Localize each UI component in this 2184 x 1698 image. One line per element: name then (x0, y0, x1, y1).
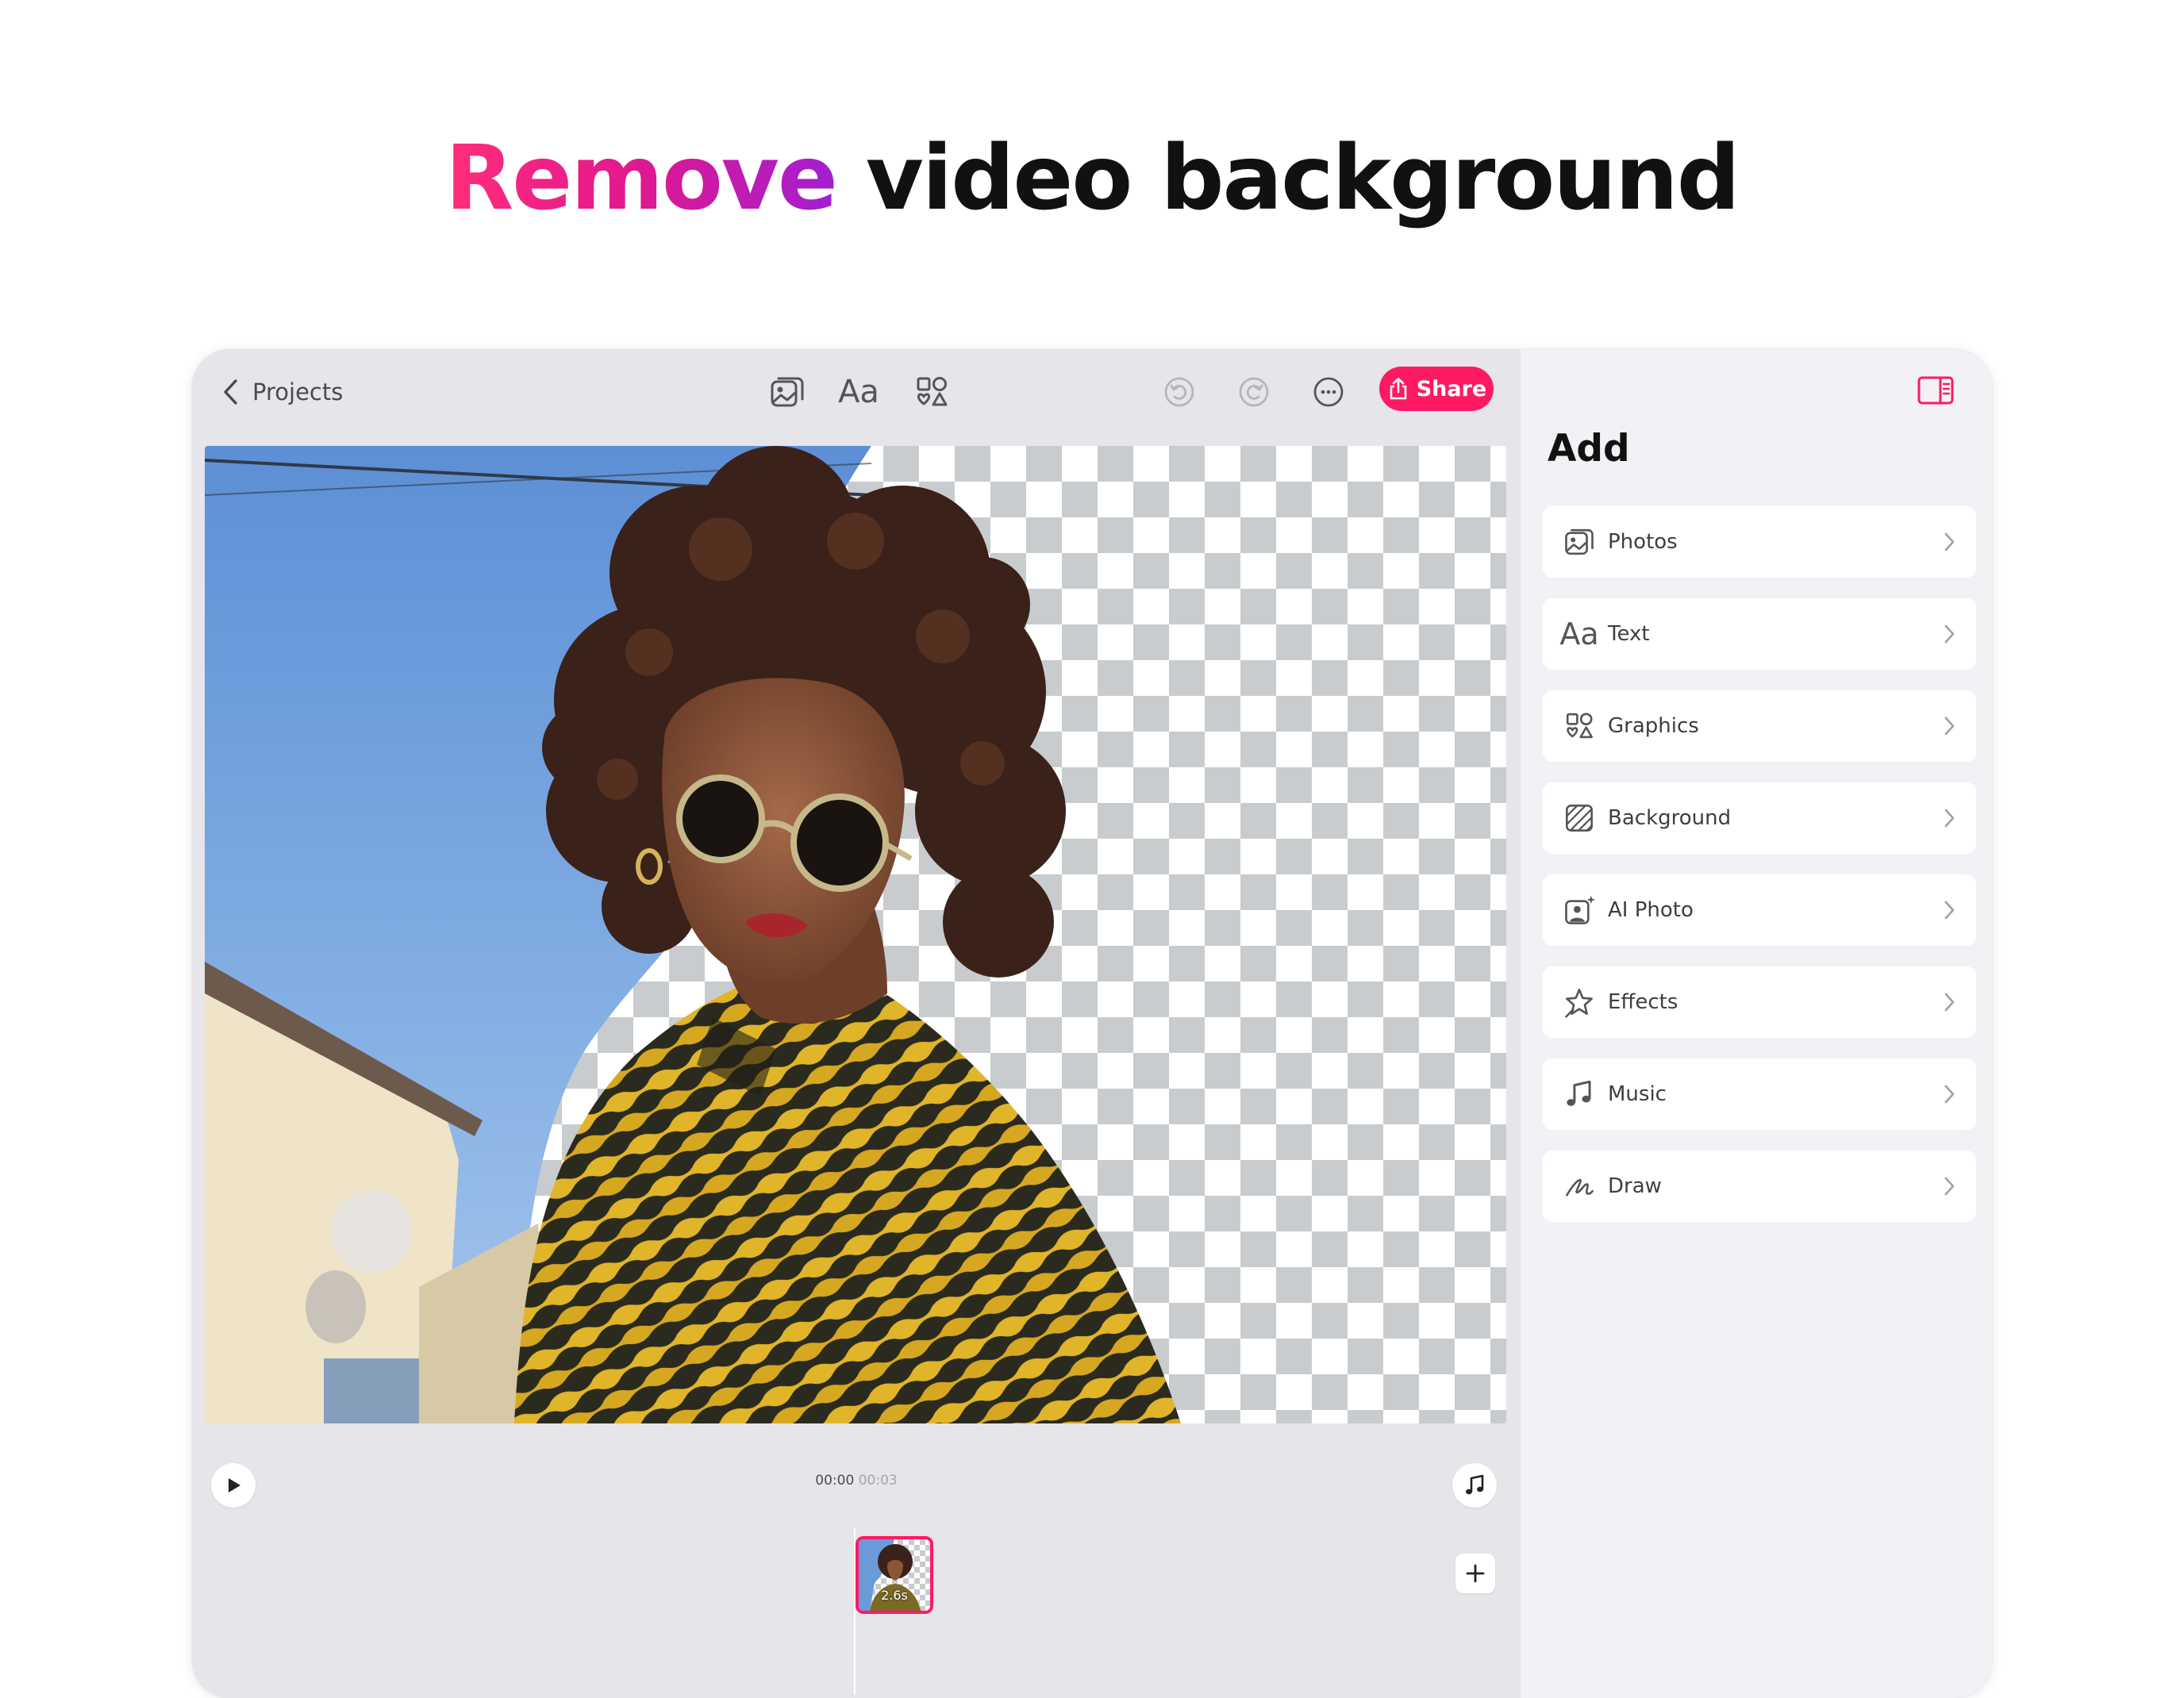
add-graphics-item[interactable]: Graphics (1543, 690, 1976, 762)
add-draw-item[interactable]: Draw (1543, 1151, 1976, 1222)
item-label: Text (1608, 622, 1650, 646)
chevron-right-icon (1944, 1085, 1955, 1104)
graphics-icon (1566, 713, 1593, 739)
chevron-right-icon (1944, 809, 1955, 828)
item-label: AI Photo (1608, 898, 1694, 922)
item-label: Graphics (1608, 714, 1699, 738)
add-photos-item[interactable]: Photos (1543, 506, 1976, 578)
add-ai-photo-item[interactable]: AI Photo (1543, 874, 1976, 946)
preview-image (205, 446, 1181, 1423)
text-icon: Aa (1559, 617, 1599, 651)
share-label: Share (1416, 376, 1487, 401)
panel-title: Add (1548, 427, 1630, 471)
ai-photo-icon (1565, 895, 1595, 924)
item-label: Background (1608, 806, 1732, 830)
music-icon (1567, 1080, 1591, 1106)
graphics-icon (917, 377, 948, 406)
app-window: Projects Aa Share 00:00 00:03 2.6s Add P… (192, 349, 1992, 1698)
back-label: Projects (252, 378, 344, 405)
draw-icon (1566, 1178, 1594, 1197)
add-panel: Add Photos Aa Text Graphics Background A… (1521, 349, 1992, 1698)
total-time: 00:03 (858, 1473, 898, 1489)
item-label: Music (1608, 1082, 1667, 1106)
item-label: Draw (1608, 1174, 1662, 1198)
add-text-tool-button[interactable]: Aa (833, 367, 884, 417)
text-icon: Aa (838, 374, 879, 410)
chevron-right-icon (1944, 993, 1955, 1012)
editor-area: Projects Aa Share 00:00 00:03 2.6s (192, 349, 1521, 1698)
background-icon (1566, 805, 1593, 832)
add-photo-tool-button[interactable] (762, 367, 813, 417)
video-preview-canvas[interactable] (205, 446, 1506, 1423)
clip-duration: 2.6s (881, 1588, 908, 1603)
add-effects-item[interactable]: Effects (1543, 966, 1976, 1038)
chevron-right-icon (1944, 624, 1955, 643)
headline-accent: Remove (445, 127, 838, 230)
effects-icon (1565, 989, 1593, 1018)
current-time: 00:00 (815, 1473, 855, 1489)
chevron-right-icon (1944, 1177, 1955, 1196)
sidebar-toggle-icon (1917, 376, 1954, 405)
share-icon (1390, 378, 1407, 400)
panel-toggle-button[interactable] (1911, 370, 1960, 411)
redo-button[interactable] (1228, 367, 1279, 417)
photos-icon (1565, 528, 1594, 555)
add-background-item[interactable]: Background (1543, 782, 1976, 854)
redo-icon (1239, 377, 1269, 407)
add-graphics-tool-button[interactable] (906, 367, 957, 417)
headline: Remove video background (0, 127, 2184, 230)
undo-icon (1164, 377, 1194, 407)
add-music-item[interactable]: Music (1543, 1058, 1976, 1130)
plus-icon (1466, 1564, 1485, 1583)
chevron-left-icon (224, 379, 237, 405)
add-options-list: Photos Aa Text Graphics Background AI Ph… (1543, 506, 1976, 1243)
headline-rest: video background (865, 127, 1740, 230)
item-label: Photos (1608, 530, 1678, 554)
chevron-right-icon (1944, 716, 1955, 736)
more-icon (1313, 377, 1344, 407)
timecode: 00:00 00:03 (192, 1473, 1521, 1489)
more-options-button[interactable] (1303, 367, 1354, 417)
add-text-item[interactable]: Aa Text (1543, 598, 1976, 670)
chevron-right-icon (1944, 901, 1955, 920)
chevron-right-icon (1944, 532, 1955, 551)
undo-button[interactable] (1154, 367, 1205, 417)
photos-icon (771, 377, 804, 407)
timeline-music-button[interactable] (1452, 1463, 1497, 1508)
timeline-clip[interactable]: 2.6s (856, 1536, 933, 1614)
back-to-projects-button[interactable]: Projects (221, 370, 343, 414)
item-label: Effects (1608, 990, 1678, 1014)
share-button[interactable]: Share (1379, 367, 1494, 411)
add-clip-button[interactable] (1455, 1554, 1495, 1593)
music-note-icon (1466, 1474, 1484, 1495)
